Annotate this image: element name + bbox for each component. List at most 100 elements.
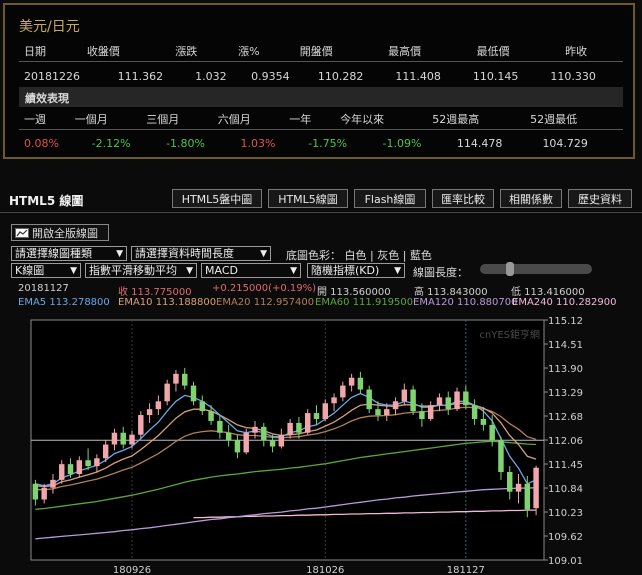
tab-correlation[interactable]: 相關係數 xyxy=(500,189,562,208)
candle-body xyxy=(41,487,47,500)
candle-body xyxy=(182,373,188,386)
y-tick-label: 112.68 xyxy=(548,412,583,423)
k-chart-select[interactable]: K線圖 ▼ xyxy=(11,263,81,278)
tab-html5-intraday[interactable]: HTML5盤中圖 xyxy=(172,189,262,208)
candle-body xyxy=(331,397,337,404)
candle-body xyxy=(427,405,434,419)
performance-value: -2.12% xyxy=(91,136,131,150)
performance-bar: 績效表現 xyxy=(19,87,623,107)
chart-type-value: 請選擇線圖種類 xyxy=(15,247,92,260)
tab-flash-chart[interactable]: Flash線圖 xyxy=(354,189,426,208)
candle-body xyxy=(366,389,372,410)
performance-header: 一個月 xyxy=(69,109,142,130)
time-length-select[interactable]: 請選擇資料時間長度 ▼ xyxy=(131,246,271,261)
chevron-down-icon: ▼ xyxy=(116,249,123,259)
candle-body xyxy=(401,389,408,402)
performance-header: 52週最高 xyxy=(427,109,526,130)
candle xyxy=(366,385,372,414)
macd-select[interactable]: MACD ▼ xyxy=(201,263,301,278)
candle-body xyxy=(287,422,293,435)
indicator-select[interactable]: 隨機指標(KD) ▼ xyxy=(307,263,405,278)
chart-length-label: 線圖長度： xyxy=(413,266,468,279)
performance-value: 0.08% xyxy=(24,136,59,150)
y-tick-label: 112.06 xyxy=(548,436,583,447)
quote-value: 20181226 xyxy=(24,69,80,83)
chart-length-slider[interactable] xyxy=(480,262,592,276)
x-tick-label: 181026 xyxy=(306,565,344,575)
performance-header: 一週 xyxy=(19,109,70,130)
quote-header: 收盤價 xyxy=(81,41,171,62)
candle-body xyxy=(533,467,539,509)
candle-body xyxy=(146,409,153,416)
moving-average-select[interactable]: 指數平滑移動平均 ▼ xyxy=(85,263,197,278)
tab-rate-compare[interactable]: 匯率比較 xyxy=(432,189,494,208)
candle-body xyxy=(243,432,249,453)
candle-body xyxy=(155,401,162,410)
chart-icon xyxy=(15,228,29,238)
tab-html5-chart[interactable]: HTML5線圖 xyxy=(268,189,348,208)
performance-header: 今年以來 xyxy=(335,109,428,130)
candle-body xyxy=(234,440,241,453)
candle-body xyxy=(304,413,311,433)
quote-value: 111.362 xyxy=(117,69,164,83)
candle-body xyxy=(199,401,206,412)
tab-history[interactable]: 歷史資料 xyxy=(568,189,632,208)
chevron-down-icon: ▼ xyxy=(260,249,267,259)
watermark: cnYES鉅亨網 xyxy=(479,328,540,341)
bg-blue-option[interactable]: 藍色 xyxy=(410,249,432,262)
x-tick-label: 181127 xyxy=(447,565,485,575)
candle-body xyxy=(454,391,460,410)
chevron-down-icon: ▼ xyxy=(290,266,297,276)
candle-body xyxy=(340,385,346,398)
quote-value: 111.408 xyxy=(395,69,441,83)
candle-body xyxy=(322,403,328,419)
quote-header-row: 日期 收盤價 漲跌 漲% 開盤價 最高價 最低價 昨收 xyxy=(19,41,623,62)
candle xyxy=(138,411,144,439)
quote-header: 昨收 xyxy=(560,41,623,62)
quote-panel: 美元/日元 日期 收盤價 漲跌 漲% 開盤價 最高價 最低價 昨收 201812… xyxy=(3,3,635,159)
performance-title: 績效表現 xyxy=(25,92,69,105)
open-full-chart-label: 開啟全版線圖 xyxy=(32,227,98,240)
performance-header: 一年 xyxy=(284,109,336,130)
candle-body xyxy=(32,483,39,500)
chevron-down-icon: ▼ xyxy=(186,266,193,276)
candle-body xyxy=(217,420,223,433)
candle-body xyxy=(471,405,478,419)
section-title: HTML5 線圖 xyxy=(9,194,84,208)
candle-body xyxy=(357,377,364,390)
performance-header: 52週最低 xyxy=(525,109,623,130)
candle-body xyxy=(348,377,355,386)
candle-body xyxy=(269,440,276,447)
separator: | xyxy=(402,249,407,262)
bg-white-option[interactable]: 白色 xyxy=(345,249,367,262)
slider-handle[interactable] xyxy=(506,262,514,276)
candle-body xyxy=(252,426,258,433)
y-tick-label: 110.23 xyxy=(548,508,583,519)
quote-title: 美元/日元 xyxy=(19,19,80,35)
performance-header: 六個月 xyxy=(212,109,285,130)
candlestick-chart[interactable]: cnYES鉅亨網 115.12 114.51 113.90 113.29 112.68 11… xyxy=(0,296,642,575)
candle-body xyxy=(313,413,320,419)
candle-body xyxy=(515,483,522,492)
open-full-chart-button[interactable]: 開啟全版線圖 xyxy=(11,224,109,241)
indicator-value: 隨機指標(KD) xyxy=(311,264,380,277)
performance-header-row: 一週 一個月 三個月 六個月 一年 今年以來 52週最高 52週最低 xyxy=(19,109,623,130)
candle-body xyxy=(419,411,425,419)
macd-value: MACD xyxy=(205,264,238,277)
candle-body xyxy=(164,383,170,402)
candle-body xyxy=(225,432,232,441)
candle-body xyxy=(278,434,285,447)
candle-body xyxy=(138,415,144,435)
candle-body xyxy=(50,479,56,488)
quote-header: 日期 xyxy=(19,41,82,62)
x-tick-label: 180926 xyxy=(113,565,151,575)
y-tick-label: 110.84 xyxy=(548,484,583,495)
performance-value: -1.09% xyxy=(382,136,422,150)
performance-value-row: 0.08% -2.12% -1.80% 1.03% -1.75% -1.09% … xyxy=(19,133,623,153)
quote-value: 1.032 xyxy=(195,69,227,83)
info-change: +0.215000(+0.19%) xyxy=(212,283,317,294)
background-color-control: 底圖色彩： 白色 | 灰色 | 藍色 xyxy=(286,247,432,263)
chart-type-select[interactable]: 請選擇線圖種類 ▼ xyxy=(11,246,127,261)
candle-body xyxy=(111,432,118,445)
bg-gray-option[interactable]: 灰色 xyxy=(377,249,399,262)
